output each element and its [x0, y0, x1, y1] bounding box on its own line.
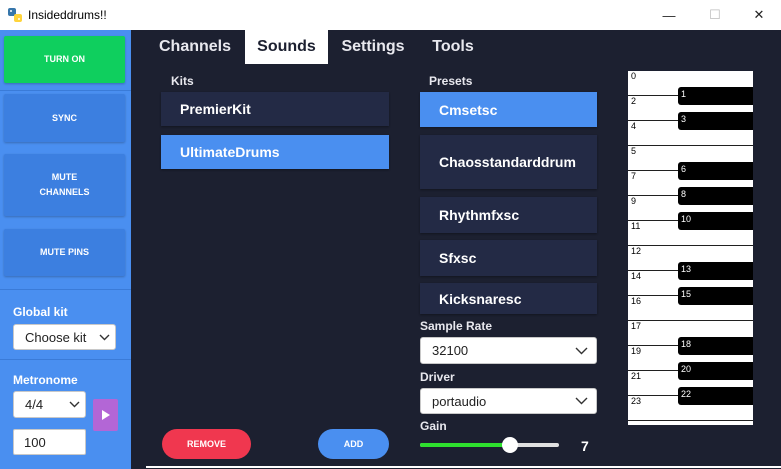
piano-black-key[interactable]: 22 [678, 387, 753, 405]
piano-key-label: 8 [681, 189, 687, 199]
bottom-divider [146, 466, 781, 468]
piano-black-key[interactable]: 8 [678, 187, 753, 205]
piano-black-key[interactable]: 18 [678, 337, 753, 355]
piano-black-key[interactable]: 6 [678, 162, 753, 180]
piano-key-label: 18 [681, 339, 692, 349]
mute-channels-button[interactable]: MUTE CHANNELS [4, 154, 125, 216]
gain-value: 7 [581, 438, 589, 454]
chevron-down-icon [566, 397, 596, 405]
piano-keyboard[interactable]: 0 2 4 5 7 9 11 12 14 16 17 19 21 23 1 3 6 8 10 13 15 18 20 22 [628, 71, 753, 425]
preset-item[interactable]: Cmsetsc [420, 92, 597, 127]
gain-slider-fill [420, 443, 511, 447]
minimize-button[interactable]: — [646, 0, 692, 30]
close-button[interactable]: ✕ [736, 0, 781, 30]
title-bar: Insideddrums!! — ☐ ✕ [0, 0, 781, 30]
piano-black-key[interactable]: 13 [678, 262, 753, 280]
driver-value: portaudio [432, 393, 487, 409]
metronome-dropdown[interactable]: 4/4 [13, 391, 86, 418]
chevron-down-icon [566, 347, 596, 355]
play-icon [101, 410, 110, 420]
piano-black-key[interactable]: 3 [678, 112, 753, 130]
tab-settings[interactable]: Settings [332, 30, 414, 64]
gain-slider[interactable] [420, 437, 559, 453]
preset-item[interactable]: Sfxsc [420, 240, 597, 276]
piano-key-label: 9 [631, 196, 637, 206]
piano-black-key[interactable]: 15 [678, 287, 753, 305]
sidebar: TURN ON SYNC MUTE CHANNELS MUTE PINS Glo… [0, 30, 131, 469]
tab-tools[interactable]: Tools [421, 30, 485, 64]
sidebar-divider [0, 289, 131, 290]
mute-pins-button[interactable]: MUTE PINS [4, 229, 125, 276]
gain-slider-handle[interactable] [502, 437, 519, 453]
gain-label: Gain [420, 419, 447, 433]
piano-key-label: 6 [681, 164, 687, 174]
turn-on-button[interactable]: TURN ON [4, 36, 125, 83]
piano-key-label: 20 [681, 364, 692, 374]
play-metronome-button[interactable] [93, 399, 118, 431]
metronome-label: Metronome [13, 373, 78, 387]
piano-key-label: 4 [631, 121, 637, 131]
presets-label: Presets [429, 74, 473, 88]
sample-rate-label: Sample Rate [420, 319, 493, 333]
piano-key-label: 16 [631, 296, 642, 306]
sync-button[interactable]: SYNC [4, 94, 125, 142]
sidebar-divider [0, 359, 131, 360]
chevron-down-icon [63, 401, 85, 408]
preset-item[interactable]: Chaosstandarddrum [420, 135, 597, 189]
piano-key-label: 10 [681, 214, 692, 224]
main-panel: Channels Sounds Settings Tools Kits Prem… [131, 30, 781, 469]
piano-key-label: 11 [631, 221, 641, 231]
piano-key-label: 5 [631, 146, 637, 156]
maximize-button[interactable]: ☐ [692, 0, 738, 30]
kit-item[interactable]: UltimateDrums [161, 135, 389, 169]
preset-item[interactable]: Rhythmfxsc [420, 197, 597, 233]
piano-key-label: 12 [631, 246, 642, 256]
sidebar-divider [0, 90, 131, 91]
piano-black-key[interactable]: 20 [678, 362, 753, 380]
sample-rate-dropdown[interactable]: 32100 [420, 337, 597, 364]
tab-sounds[interactable]: Sounds [245, 30, 328, 64]
bpm-input[interactable]: 100 [13, 429, 86, 455]
piano-key-label: 2 [631, 96, 637, 106]
piano-black-key[interactable]: 10 [678, 212, 753, 230]
piano-key-label: 21 [631, 371, 642, 381]
driver-dropdown[interactable]: portaudio [420, 388, 597, 414]
kit-item[interactable]: PremierKit [161, 92, 389, 126]
preset-item[interactable]: Kicksnaresc [420, 283, 597, 314]
piano-key-label: 0 [631, 71, 637, 81]
add-button[interactable]: ADD [318, 429, 389, 459]
piano-key-label: 1 [681, 89, 687, 99]
piano-key-label: 17 [631, 321, 642, 331]
kits-label: Kits [171, 74, 194, 88]
piano-key-label: 23 [631, 396, 642, 406]
tab-channels[interactable]: Channels [149, 30, 241, 64]
metronome-value: 4/4 [25, 397, 44, 412]
driver-label: Driver [420, 370, 455, 384]
remove-button[interactable]: REMOVE [162, 429, 251, 459]
piano-key-label: 3 [681, 114, 687, 124]
window-title: Insideddrums!! [28, 8, 107, 22]
piano-key-label: 19 [631, 346, 642, 356]
piano-key-label: 7 [631, 171, 637, 181]
python-app-icon [8, 8, 22, 22]
chevron-down-icon [93, 334, 115, 341]
sample-rate-value: 32100 [432, 343, 469, 358]
global-kit-label: Global kit [13, 305, 68, 319]
global-kit-dropdown[interactable]: Choose kit [13, 324, 116, 350]
piano-key-label: 14 [631, 271, 642, 281]
piano-key-label: 22 [681, 389, 692, 399]
piano-key-label: 13 [681, 264, 692, 274]
global-kit-value: Choose kit [25, 329, 87, 345]
piano-black-key[interactable]: 1 [678, 87, 753, 105]
piano-key-label: 15 [681, 289, 692, 299]
